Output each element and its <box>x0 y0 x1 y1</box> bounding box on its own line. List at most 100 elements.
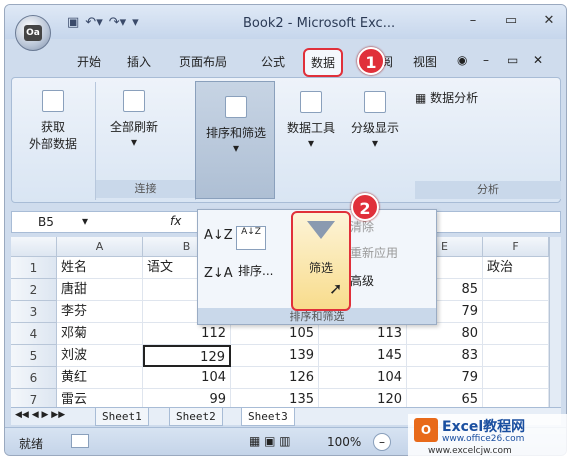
undo-icon[interactable]: ↶▾ <box>85 15 102 30</box>
tab-page-layout[interactable]: 页面布局 <box>179 53 227 70</box>
help-icon[interactable]: ◉ <box>457 53 467 67</box>
chevron-down-icon: ▾ <box>232 141 240 155</box>
chevron-down-icon: ▾ <box>130 135 138 149</box>
cell-e6[interactable]: 79 <box>407 367 483 389</box>
cell-f3[interactable] <box>483 301 549 323</box>
col-header-f[interactable]: F <box>483 237 549 257</box>
customize-qat-icon[interactable]: ▾ <box>132 15 139 30</box>
cell-f1[interactable]: 政治 <box>483 257 549 279</box>
cell-c6[interactable]: 126 <box>231 367 319 389</box>
sheet-tab-1[interactable]: Sheet1 <box>95 408 149 426</box>
sort-button[interactable]: 排序... <box>238 262 273 279</box>
macro-record-icon[interactable] <box>71 434 89 448</box>
database-icon <box>42 90 64 112</box>
sheet-nav-icons[interactable]: ◀◀ ◀ ▶ ▶▶ <box>15 410 65 420</box>
cell-f5[interactable] <box>483 345 549 367</box>
cell-d6[interactable]: 104 <box>319 367 407 389</box>
chevron-down-icon[interactable]: ▾ <box>82 214 88 228</box>
workbook-close-button[interactable]: ✕ <box>533 53 543 67</box>
minimize-button[interactable]: – <box>464 13 482 28</box>
analysis-icon: ▦ <box>415 91 427 105</box>
row-header[interactable]: 6 <box>11 367 57 389</box>
group-analysis-label: 分析 <box>415 181 561 199</box>
group-connections-label: 连接 <box>96 180 195 198</box>
ribbon-tabs: 开始 插入 页面布局 公式 数据 阅 视图 ◉ – ▭ ✕ <box>5 45 566 77</box>
cell-a6[interactable]: 黄红 <box>57 367 143 389</box>
sort-desc-icon[interactable]: Z↓A <box>204 266 233 281</box>
cell-e4[interactable]: 80 <box>407 323 483 345</box>
zoom-out-button[interactable]: – <box>373 433 391 451</box>
watermark-url1: www.office26.com <box>442 434 525 444</box>
data-tools-label: 数据工具 <box>286 121 335 135</box>
col-header-a[interactable]: A <box>57 237 143 257</box>
cell-f6[interactable] <box>483 367 549 389</box>
cell-f4[interactable] <box>483 323 549 345</box>
tab-view[interactable]: 视图 <box>413 53 437 70</box>
row-header[interactable]: 1 <box>11 257 57 279</box>
cell-d4[interactable]: 113 <box>319 323 407 345</box>
step-badge-2: 2 <box>351 193 379 221</box>
excel-window: ▣ ↶▾ ↷▾ ▾ Book2 - Microsoft Exc... – ▭ ✕… <box>4 4 567 456</box>
ribbon-restore-button[interactable]: ▭ <box>507 53 518 67</box>
data-tools-button[interactable]: 数据工具 ▾ <box>279 91 343 150</box>
redo-icon[interactable]: ↷▾ <box>109 15 126 30</box>
data-tools-icon <box>300 91 322 113</box>
sort-filter-button[interactable]: 排序和筛选 ▾ <box>195 81 275 199</box>
cell-b4[interactable]: 112 <box>143 323 231 345</box>
cell-b5[interactable]: 129 <box>143 345 231 367</box>
office-button[interactable]: Oa <box>15 15 51 51</box>
office-logo-icon: O <box>414 418 438 442</box>
tab-home[interactable]: 开始 <box>77 53 101 70</box>
cell-a3[interactable]: 李芬 <box>57 301 143 323</box>
filter-button[interactable]: 筛选 ➚ <box>291 211 351 311</box>
office-logo-icon: Oa <box>24 25 42 41</box>
reapply-button[interactable]: 重新应用 <box>350 244 398 261</box>
outline-button[interactable]: 分级显示 ▾ <box>343 91 407 150</box>
row-header[interactable]: 5 <box>11 345 57 367</box>
watermark-url2: www.excelcjw.com <box>428 446 512 456</box>
data-analysis-label: 数据分析 <box>430 91 479 105</box>
zoom-level[interactable]: 100% <box>327 435 361 449</box>
vertical-scrollbar[interactable] <box>549 237 561 407</box>
close-button[interactable]: ✕ <box>540 13 558 28</box>
refresh-icon <box>123 90 145 112</box>
cell-f2[interactable] <box>483 279 549 301</box>
row-header[interactable]: 4 <box>11 323 57 345</box>
title-bar: ▣ ↶▾ ↷▾ ▾ Book2 - Microsoft Exc... – ▭ ✕ <box>5 5 566 39</box>
cell-a2[interactable]: 唐甜 <box>57 279 143 301</box>
data-analysis-button[interactable]: ▦ 数据分析 <box>415 89 511 106</box>
fx-icon[interactable]: fx <box>170 214 181 228</box>
ribbon-minimize-button[interactable]: – <box>483 53 489 67</box>
get-external-data-button[interactable]: 获取 外部数据 <box>18 90 88 152</box>
step-badge-1: 1 <box>357 47 385 75</box>
sort-az-icon[interactable]: A↓Z <box>236 226 266 250</box>
row-header[interactable]: 2 <box>11 279 57 301</box>
maximize-button[interactable]: ▭ <box>502 13 520 28</box>
filter-label: 筛选 <box>308 261 333 275</box>
sort-asc-icon[interactable]: A↓Z <box>204 228 233 243</box>
select-all-corner[interactable] <box>11 237 57 257</box>
sheet-tab-2[interactable]: Sheet2 <box>169 408 223 426</box>
refresh-all-label: 全部刷新 <box>109 120 158 134</box>
cell-a5[interactable]: 刘波 <box>57 345 143 367</box>
view-buttons[interactable]: ▦ ▣ ▥ <box>249 434 291 448</box>
row-header[interactable]: 3 <box>11 301 57 323</box>
tab-insert[interactable]: 插入 <box>127 53 151 70</box>
cell-c4[interactable]: 105 <box>231 323 319 345</box>
window-controls: – ▭ ✕ <box>464 13 558 28</box>
cell-a1[interactable]: 姓名 <box>57 257 143 279</box>
save-icon[interactable]: ▣ <box>67 15 79 30</box>
tab-formulas[interactable]: 公式 <box>261 53 285 70</box>
tab-data[interactable]: 数据 <box>303 48 344 77</box>
cell-b6[interactable]: 104 <box>143 367 231 389</box>
cell-c5[interactable]: 139 <box>231 345 319 367</box>
sort-filter-label: 排序和筛选 <box>205 126 266 140</box>
cell-a4[interactable]: 邓菊 <box>57 323 143 345</box>
advanced-button[interactable]: 高级 <box>350 272 374 289</box>
refresh-all-button[interactable]: 全部刷新 ▾ <box>102 90 166 149</box>
cell-d5[interactable]: 145 <box>319 345 407 367</box>
cell-e5[interactable]: 83 <box>407 345 483 367</box>
sheet-tab-3[interactable]: Sheet3 <box>241 408 295 426</box>
watermark: O Excel教程网 www.office26.com www.excelcjw… <box>408 414 568 458</box>
group-get-external: 获取 外部数据 <box>12 82 96 200</box>
